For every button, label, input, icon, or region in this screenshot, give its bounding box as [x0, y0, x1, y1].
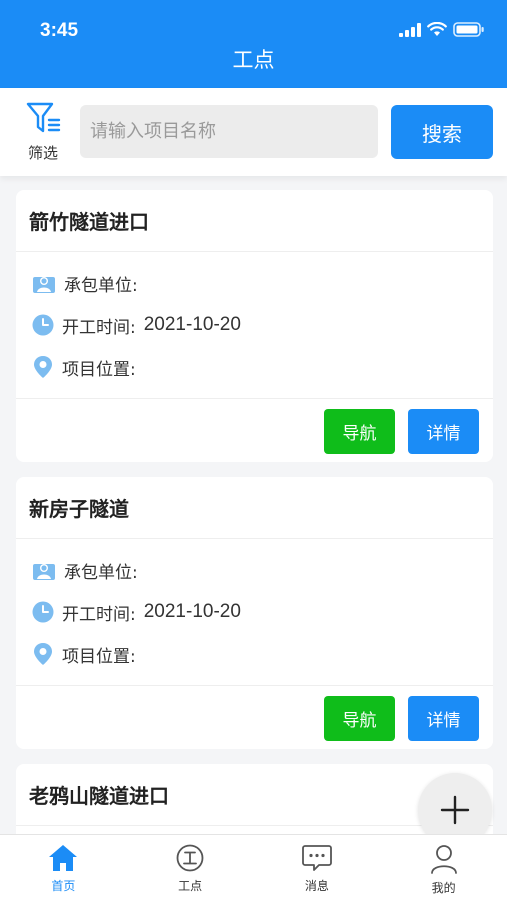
tab-profile[interactable]: 我的: [380, 835, 507, 900]
start-time-row: 开工时间: 2021-10-20: [16, 591, 493, 633]
site-icon: [176, 844, 204, 872]
contractor-row: 承包单位:: [16, 549, 493, 591]
location-row: 项目位置:: [16, 346, 493, 388]
start-time-label: 开工时间:: [62, 317, 136, 338]
tab-label: 消息: [304, 879, 329, 893]
location-label: 项目位置:: [62, 359, 136, 380]
user-icon: [430, 845, 457, 874]
filter-button[interactable]: 筛选: [22, 100, 64, 163]
tab-messages[interactable]: 消息: [254, 835, 381, 900]
search-input[interactable]: [80, 105, 378, 158]
start-time-row: 开工时间: 2021-10-20: [16, 304, 493, 346]
wifi-icon: [427, 22, 447, 36]
filter-icon: [26, 102, 61, 133]
contractor-label: 承包单位:: [64, 275, 138, 296]
contractor-icon: [33, 277, 55, 293]
start-time-value: 2021-10-20: [143, 601, 241, 622]
project-card[interactable]: 新房子隧道 承包单位: 开工时间: 2021-10-20 项目位置: 导航 详情: [16, 477, 493, 749]
project-name: 箭竹隧道进口: [16, 190, 493, 252]
signal-icon: [399, 22, 421, 37]
contractor-label: 承包单位:: [64, 562, 138, 583]
location-pin-icon: [34, 356, 52, 378]
contractor-icon: [33, 564, 55, 580]
navigate-button[interactable]: 导航: [324, 409, 395, 454]
status-icons: [399, 22, 485, 37]
card-actions: 导航 详情: [16, 686, 493, 749]
tab-label: 工点: [178, 879, 203, 893]
project-info: 承包单位: 开工时间: 2021-10-20 项目位置:: [16, 539, 493, 686]
plus-icon: [440, 795, 470, 825]
filter-label: 筛选: [27, 144, 58, 162]
project-card[interactable]: 箭竹隧道进口 承包单位: 开工时间: 2021-10-20 项目位置: 导航 详…: [16, 190, 493, 462]
detail-button[interactable]: 详情: [408, 409, 479, 454]
message-icon: [301, 845, 332, 871]
detail-button[interactable]: 详情: [408, 696, 479, 741]
clock-icon: [32, 601, 54, 623]
contractor-row: 承包单位:: [16, 262, 493, 304]
tab-bar: 首页 工点 消息 我的: [0, 834, 507, 900]
location-label: 项目位置:: [62, 646, 136, 667]
search-bar: 筛选 搜索: [0, 88, 507, 176]
location-pin-icon: [34, 643, 52, 665]
page-title: 工点: [232, 48, 275, 72]
card-actions: 导航 详情: [16, 399, 493, 462]
tab-site[interactable]: 工点: [127, 835, 254, 900]
tab-label: 首页: [51, 879, 76, 893]
search-button[interactable]: 搜索: [391, 105, 493, 159]
app-header: 3:45 工点: [0, 0, 507, 88]
project-info: 承包单位: 开工时间: 2021-10-20 项目位置:: [16, 252, 493, 399]
start-time-value: 2021-10-20: [143, 314, 241, 335]
tab-home[interactable]: 首页: [0, 835, 127, 900]
battery-icon: [453, 22, 484, 37]
home-icon: [49, 845, 78, 871]
project-name: 新房子隧道: [16, 477, 493, 539]
navigate-button[interactable]: 导航: [324, 696, 395, 741]
start-time-label: 开工时间:: [62, 604, 136, 625]
tab-label: 我的: [431, 881, 456, 895]
clock-icon: [32, 314, 54, 336]
location-row: 项目位置:: [16, 633, 493, 675]
status-time: 3:45: [40, 20, 79, 41]
